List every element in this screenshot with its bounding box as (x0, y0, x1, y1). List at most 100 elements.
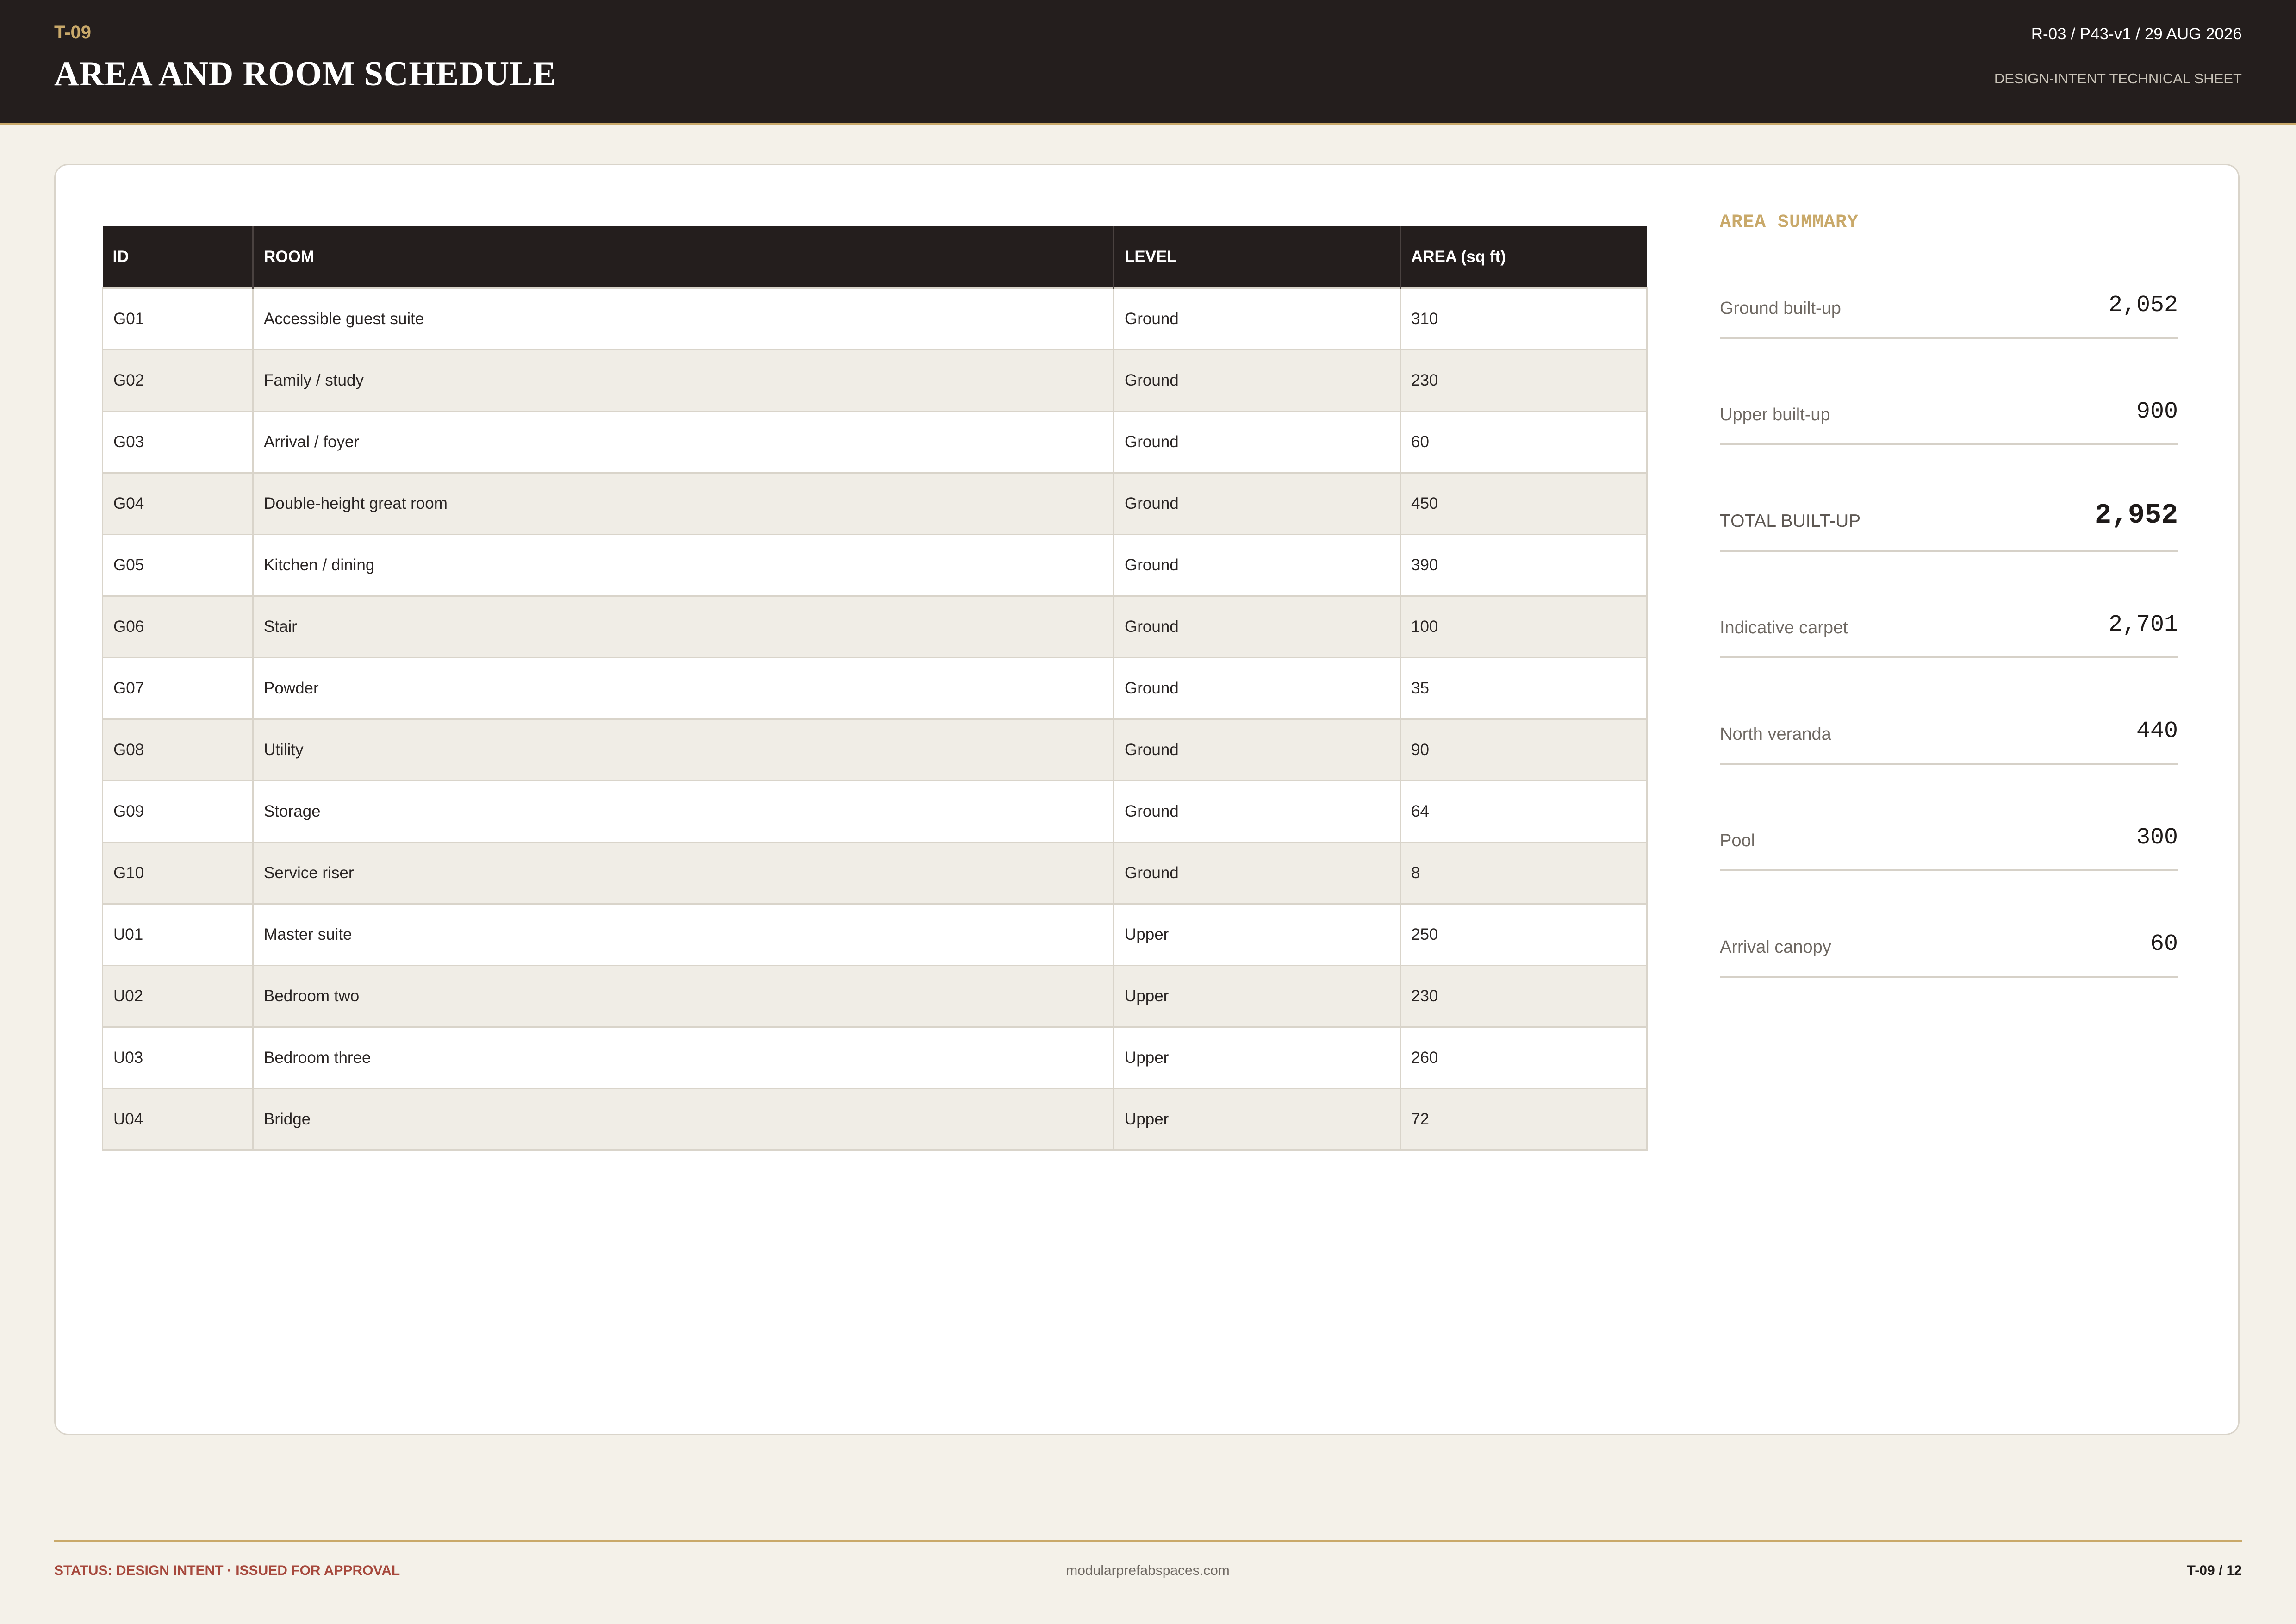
cell-area: 230 (1400, 349, 1648, 412)
summary-value: 900 (2136, 399, 2178, 425)
cell-id: U01 (102, 903, 254, 966)
table-row: G03 Arrival / foyer Ground 60 (102, 411, 1648, 474)
cell-level: Ground (1113, 718, 1401, 781)
cell-id: G02 (102, 349, 254, 412)
cell-id: G01 (102, 287, 254, 350)
cell-level: Ground (1113, 472, 1401, 535)
cell-room: Bridge (252, 1088, 1114, 1151)
table-row: U02 Bedroom two Upper 230 (102, 965, 1648, 1028)
summary-row-north-veranda: North veranda 440 (1720, 717, 2178, 765)
summary-row-arrival-canopy: Arrival canopy 60 (1720, 930, 2178, 978)
footer-divider (54, 1540, 2242, 1542)
summary-row-pool: Pool 300 (1720, 823, 2178, 871)
status-label: STATUS: DESIGN INTENT · ISSUED FOR APPRO… (54, 1563, 400, 1578)
cell-room: Master suite (252, 903, 1114, 966)
table-row: G09 Storage Ground 64 (102, 780, 1648, 843)
cell-id: G08 (102, 718, 254, 781)
summary-label: TOTAL BUILT-UP (1720, 511, 1861, 531)
page-number: T-09 / 12 (2187, 1563, 2242, 1578)
cell-id: U04 (102, 1088, 254, 1151)
cell-room: Kitchen / dining (252, 534, 1114, 597)
column-header-area: AREA (sq ft) (1400, 226, 1647, 288)
cell-id: U02 (102, 965, 254, 1028)
summary-value: 2,701 (2108, 612, 2178, 638)
room-schedule-table: ID ROOM LEVEL AREA (sq ft) G01 Accessibl… (102, 226, 1648, 1151)
summary-label: North veranda (1720, 725, 1831, 744)
cell-level: Upper (1113, 1088, 1401, 1151)
website-link: modularprefabspaces.com (1066, 1563, 1230, 1578)
cell-area: 100 (1400, 595, 1648, 658)
page-title: AREA AND ROOM SCHEDULE (54, 55, 556, 93)
table-row: U03 Bedroom three Upper 260 (102, 1026, 1648, 1089)
table-row: G07 Powder Ground 35 (102, 657, 1648, 720)
cell-area: 64 (1400, 780, 1648, 843)
summary-row-ground-built-up: Ground built-up 2,052 (1720, 291, 2178, 339)
cell-room: Arrival / foyer (252, 411, 1114, 474)
cell-area: 250 (1400, 903, 1648, 966)
cell-room: Stair (252, 595, 1114, 658)
table-row: G04 Double-height great room Ground 450 (102, 472, 1648, 535)
cell-level: Ground (1113, 657, 1401, 720)
cell-level: Ground (1113, 411, 1401, 474)
cell-level: Ground (1113, 595, 1401, 658)
summary-row-indicative-carpet: Indicative carpet 2,701 (1720, 610, 2178, 658)
table-row: U01 Master suite Upper 250 (102, 903, 1648, 966)
summary-value: 440 (2136, 718, 2178, 744)
cell-area: 60 (1400, 411, 1648, 474)
table-row: G05 Kitchen / dining Ground 390 (102, 534, 1648, 597)
cell-level: Ground (1113, 534, 1401, 597)
cell-level: Ground (1113, 287, 1401, 350)
cell-room: Family / study (252, 349, 1114, 412)
table-row: G10 Service riser Ground 8 (102, 842, 1648, 905)
summary-row-total-built-up: TOTAL BUILT-UP 2,952 (1720, 500, 2178, 552)
cell-room: Storage (252, 780, 1114, 843)
cell-area: 90 (1400, 718, 1648, 781)
revision-label: R-03 / P43-v1 / 29 AUG 2026 (2031, 25, 2242, 43)
summary-value: 300 (2136, 824, 2178, 851)
summary-label: Indicative carpet (1720, 618, 1848, 637)
summary-value: 60 (2150, 931, 2178, 957)
cell-room: Bedroom three (252, 1026, 1114, 1089)
summary-label: Pool (1720, 831, 1755, 850)
summary-label: Ground built-up (1720, 299, 1841, 318)
cell-level: Ground (1113, 842, 1401, 905)
table-row: U04 Bridge Upper 72 (102, 1088, 1648, 1151)
cell-room: Double-height great room (252, 472, 1114, 535)
cell-id: G04 (102, 472, 254, 535)
cell-id: G06 (102, 595, 254, 658)
table-row: G01 Accessible guest suite Ground 310 (102, 287, 1648, 350)
cell-area: 390 (1400, 534, 1648, 597)
cell-id: U03 (102, 1026, 254, 1089)
table-row: G08 Utility Ground 90 (102, 718, 1648, 781)
cell-id: G10 (102, 842, 254, 905)
table-row: G02 Family / study Ground 230 (102, 349, 1648, 412)
sheet-code: T-09 (54, 22, 92, 43)
cell-id: G05 (102, 534, 254, 597)
cell-area: 450 (1400, 472, 1648, 535)
table-row: G06 Stair Ground 100 (102, 595, 1648, 658)
table-header-row: ID ROOM LEVEL AREA (sq ft) (102, 226, 1647, 288)
cell-room: Bedroom two (252, 965, 1114, 1028)
page-header: T-09 AREA AND ROOM SCHEDULE R-03 / P43-v… (0, 0, 2296, 125)
cell-id: G09 (102, 780, 254, 843)
column-header-id: ID (102, 226, 254, 288)
cell-level: Upper (1113, 903, 1401, 966)
column-header-level: LEVEL (1114, 226, 1401, 288)
cell-level: Upper (1113, 1026, 1401, 1089)
cell-level: Upper (1113, 965, 1401, 1028)
cell-room: Utility (252, 718, 1114, 781)
cell-id: G07 (102, 657, 254, 720)
cell-area: 35 (1400, 657, 1648, 720)
cell-level: Ground (1113, 780, 1401, 843)
cell-room: Accessible guest suite (252, 287, 1114, 350)
summary-value: 2,952 (2094, 500, 2178, 531)
cell-level: Ground (1113, 349, 1401, 412)
cell-area: 8 (1400, 842, 1648, 905)
summary-value: 2,052 (2108, 292, 2178, 319)
cell-area: 72 (1400, 1088, 1648, 1151)
summary-label: Arrival canopy (1720, 937, 1831, 957)
cell-area: 310 (1400, 287, 1648, 350)
sheet-type-label: DESIGN-INTENT TECHNICAL SHEET (1994, 70, 2242, 87)
cell-id: G03 (102, 411, 254, 474)
cell-area: 230 (1400, 965, 1648, 1028)
